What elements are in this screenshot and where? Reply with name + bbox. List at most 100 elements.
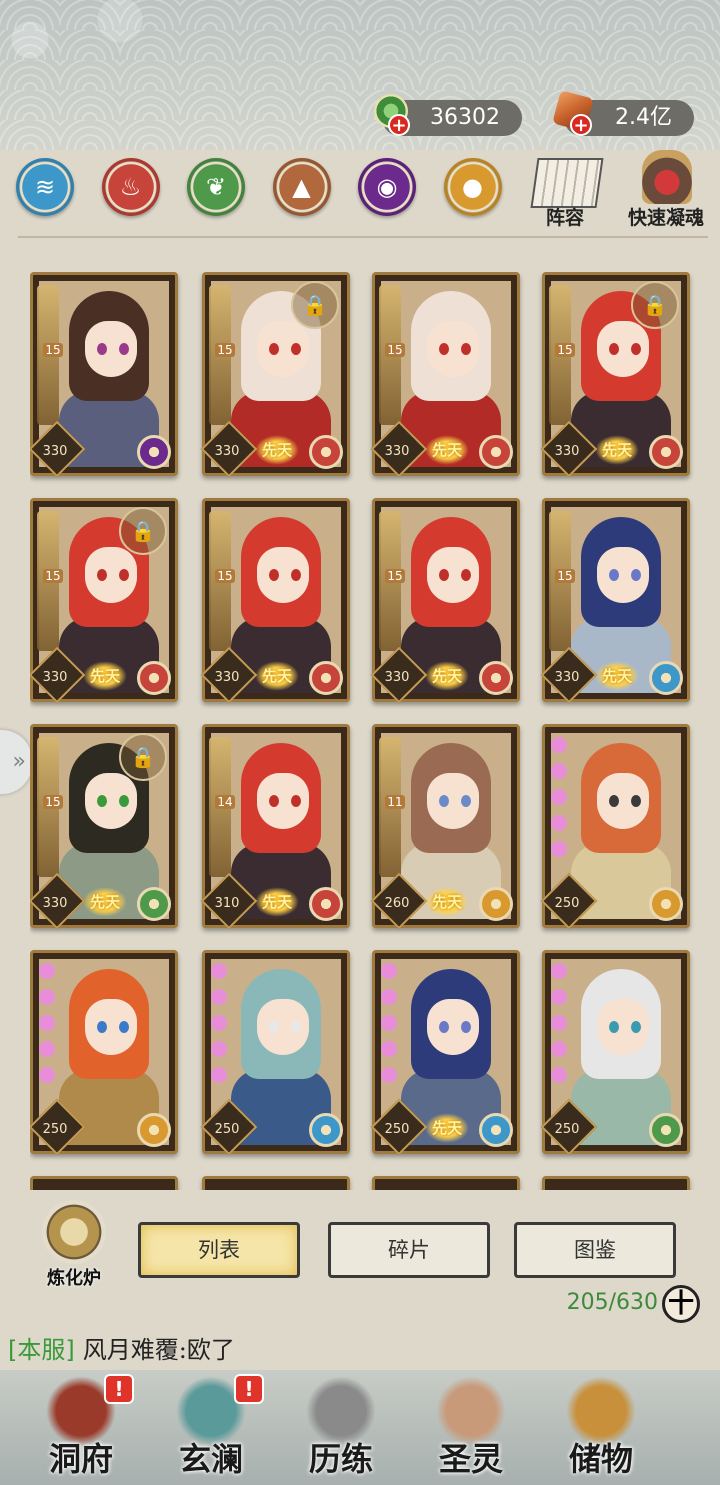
element-badge-icon bbox=[137, 887, 171, 921]
element-badge-icon bbox=[649, 1113, 683, 1147]
scroll-icon bbox=[530, 158, 604, 208]
light-element-icon[interactable]: ● bbox=[443, 158, 502, 216]
nav-item[interactable]: 洞府! bbox=[16, 1372, 146, 1484]
character-card[interactable]: 250 bbox=[540, 724, 690, 930]
star-rank bbox=[551, 737, 571, 867]
nav-item[interactable]: 玄澜! bbox=[146, 1372, 276, 1484]
card-power: 250 bbox=[214, 1122, 240, 1137]
xiantian-badge: 先天 bbox=[425, 661, 469, 691]
element-badge-icon bbox=[649, 435, 683, 469]
character-card[interactable]: 15 330 先天 🔒 bbox=[30, 498, 178, 704]
card-grid: 15 330 15 330 先天 🔒 15 330 先天 15 330 先天 🔒 15 330 先天 🔒 15 33… bbox=[30, 272, 696, 1190]
card-power: 330 bbox=[214, 670, 240, 685]
character-card[interactable]: 250 bbox=[30, 950, 178, 1156]
xiantian-badge: 先天 bbox=[425, 435, 469, 465]
character-card[interactable]: 15 330 先天 bbox=[200, 498, 350, 704]
character-card[interactable] bbox=[30, 1176, 178, 1190]
character-card[interactable]: 15 330 先天 🔒 bbox=[200, 272, 350, 478]
alert-badge-icon: ! bbox=[234, 1374, 264, 1404]
nav-item[interactable]: 储物 bbox=[536, 1372, 666, 1484]
star-rank bbox=[381, 963, 401, 1093]
furnace-button[interactable]: 炼化炉 bbox=[28, 1200, 120, 1292]
card-power: 250 bbox=[554, 896, 580, 911]
character-card[interactable]: 15 330 bbox=[30, 272, 178, 478]
lock-icon[interactable]: 🔒 bbox=[119, 507, 167, 555]
xiantian-badge: 先天 bbox=[425, 887, 469, 917]
character-card[interactable]: 14 310 先天 bbox=[200, 724, 350, 930]
xiantian-badge: 先天 bbox=[255, 887, 299, 917]
tab-list[interactable]: 列表 bbox=[138, 1222, 300, 1278]
character-card[interactable] bbox=[372, 1176, 520, 1190]
alert-badge-icon: ! bbox=[104, 1374, 134, 1404]
lock-icon[interactable]: 🔒 bbox=[119, 733, 167, 781]
element-badge-icon bbox=[309, 1113, 343, 1147]
card-power: 330 bbox=[42, 896, 68, 911]
card-level: 15 bbox=[43, 795, 63, 809]
chat-message: 风月难覆:欧了 bbox=[82, 1336, 235, 1364]
furnace-icon bbox=[42, 1200, 106, 1264]
lock-icon[interactable]: 🔒 bbox=[631, 281, 679, 329]
card-power: 330 bbox=[554, 670, 580, 685]
card-level: 15 bbox=[215, 569, 235, 583]
card-power: 250 bbox=[42, 1122, 68, 1137]
nav-item[interactable]: 历练 bbox=[276, 1372, 406, 1484]
character-card[interactable]: 250 bbox=[200, 950, 350, 1156]
furnace-label: 炼化炉 bbox=[47, 1268, 101, 1289]
add-ore-button[interactable]: + bbox=[570, 114, 592, 136]
card-power: 250 bbox=[384, 1122, 410, 1137]
jade-currency[interactable]: + 36302 bbox=[374, 94, 522, 136]
character-card[interactable] bbox=[542, 1176, 690, 1190]
chat-channel-tag: [本服] bbox=[8, 1336, 75, 1364]
helmet-icon bbox=[642, 150, 692, 204]
star-rank bbox=[39, 963, 59, 1093]
card-level: 14 bbox=[215, 795, 235, 809]
tab-atlas[interactable]: 图鉴 bbox=[514, 1222, 676, 1278]
character-card[interactable]: 15 330 先天 🔒 bbox=[540, 272, 690, 478]
character-card[interactable]: 15 330 先天 bbox=[370, 272, 520, 478]
card-level: 15 bbox=[555, 569, 575, 583]
element-badge-icon bbox=[479, 661, 513, 695]
card-level: 15 bbox=[215, 343, 235, 357]
xiantian-badge: 先天 bbox=[83, 661, 127, 691]
character-card[interactable]: 11 260 先天 bbox=[370, 724, 520, 930]
star-rank bbox=[211, 963, 231, 1093]
character-card[interactable]: 250 先天 bbox=[370, 950, 520, 1156]
quick-soul-button[interactable]: 快速凝魂 bbox=[614, 148, 718, 230]
ore-currency[interactable]: + 2.4亿 bbox=[552, 90, 694, 136]
nav-item[interactable]: 圣灵 bbox=[406, 1372, 536, 1484]
card-power: 310 bbox=[214, 896, 240, 911]
character-card[interactable]: 15 330 先天 🔒 bbox=[30, 724, 178, 930]
card-power: 330 bbox=[384, 444, 410, 459]
nav-label: 玄澜 bbox=[178, 1440, 243, 1478]
card-level: 15 bbox=[43, 569, 63, 583]
lock-icon[interactable]: 🔒 bbox=[291, 281, 339, 329]
card-level: 11 bbox=[385, 795, 405, 809]
xiantian-badge: 先天 bbox=[595, 435, 639, 465]
element-badge-icon bbox=[137, 1113, 171, 1147]
nav-label: 储物 bbox=[568, 1440, 633, 1478]
card-level: 15 bbox=[43, 343, 63, 357]
wood-element-icon[interactable]: ❦ bbox=[187, 158, 245, 216]
element-badge-icon bbox=[649, 661, 683, 695]
character-card[interactable]: 15 330 先天 bbox=[540, 498, 690, 704]
add-jade-button[interactable]: + bbox=[388, 114, 410, 136]
element-badge-icon bbox=[137, 661, 171, 695]
element-badge-icon bbox=[479, 887, 513, 921]
water-element-icon[interactable]: ≋ bbox=[16, 158, 74, 216]
element-badge-icon bbox=[137, 435, 171, 469]
character-card[interactable] bbox=[202, 1176, 350, 1190]
star-rank bbox=[551, 963, 571, 1093]
expand-side-panel-button[interactable]: » bbox=[0, 730, 32, 794]
fire-element-icon[interactable]: ♨ bbox=[101, 158, 160, 216]
chat-bar[interactable]: [本服] 风月难覆:欧了 bbox=[0, 1332, 720, 1370]
lineup-button[interactable]: 阵容 bbox=[520, 148, 610, 230]
nav-label: 历练 bbox=[308, 1440, 373, 1478]
dark-element-icon[interactable]: ◉ bbox=[358, 158, 416, 216]
earth-element-icon[interactable]: ▲ bbox=[272, 158, 331, 216]
character-card[interactable]: 15 330 先天 bbox=[370, 498, 520, 704]
tab-fragments[interactable]: 碎片 bbox=[328, 1222, 490, 1278]
card-power: 250 bbox=[554, 1122, 580, 1137]
expand-capacity-button[interactable]: 十 bbox=[662, 1285, 700, 1323]
card-level: 15 bbox=[385, 569, 405, 583]
character-card[interactable]: 250 bbox=[540, 950, 690, 1156]
